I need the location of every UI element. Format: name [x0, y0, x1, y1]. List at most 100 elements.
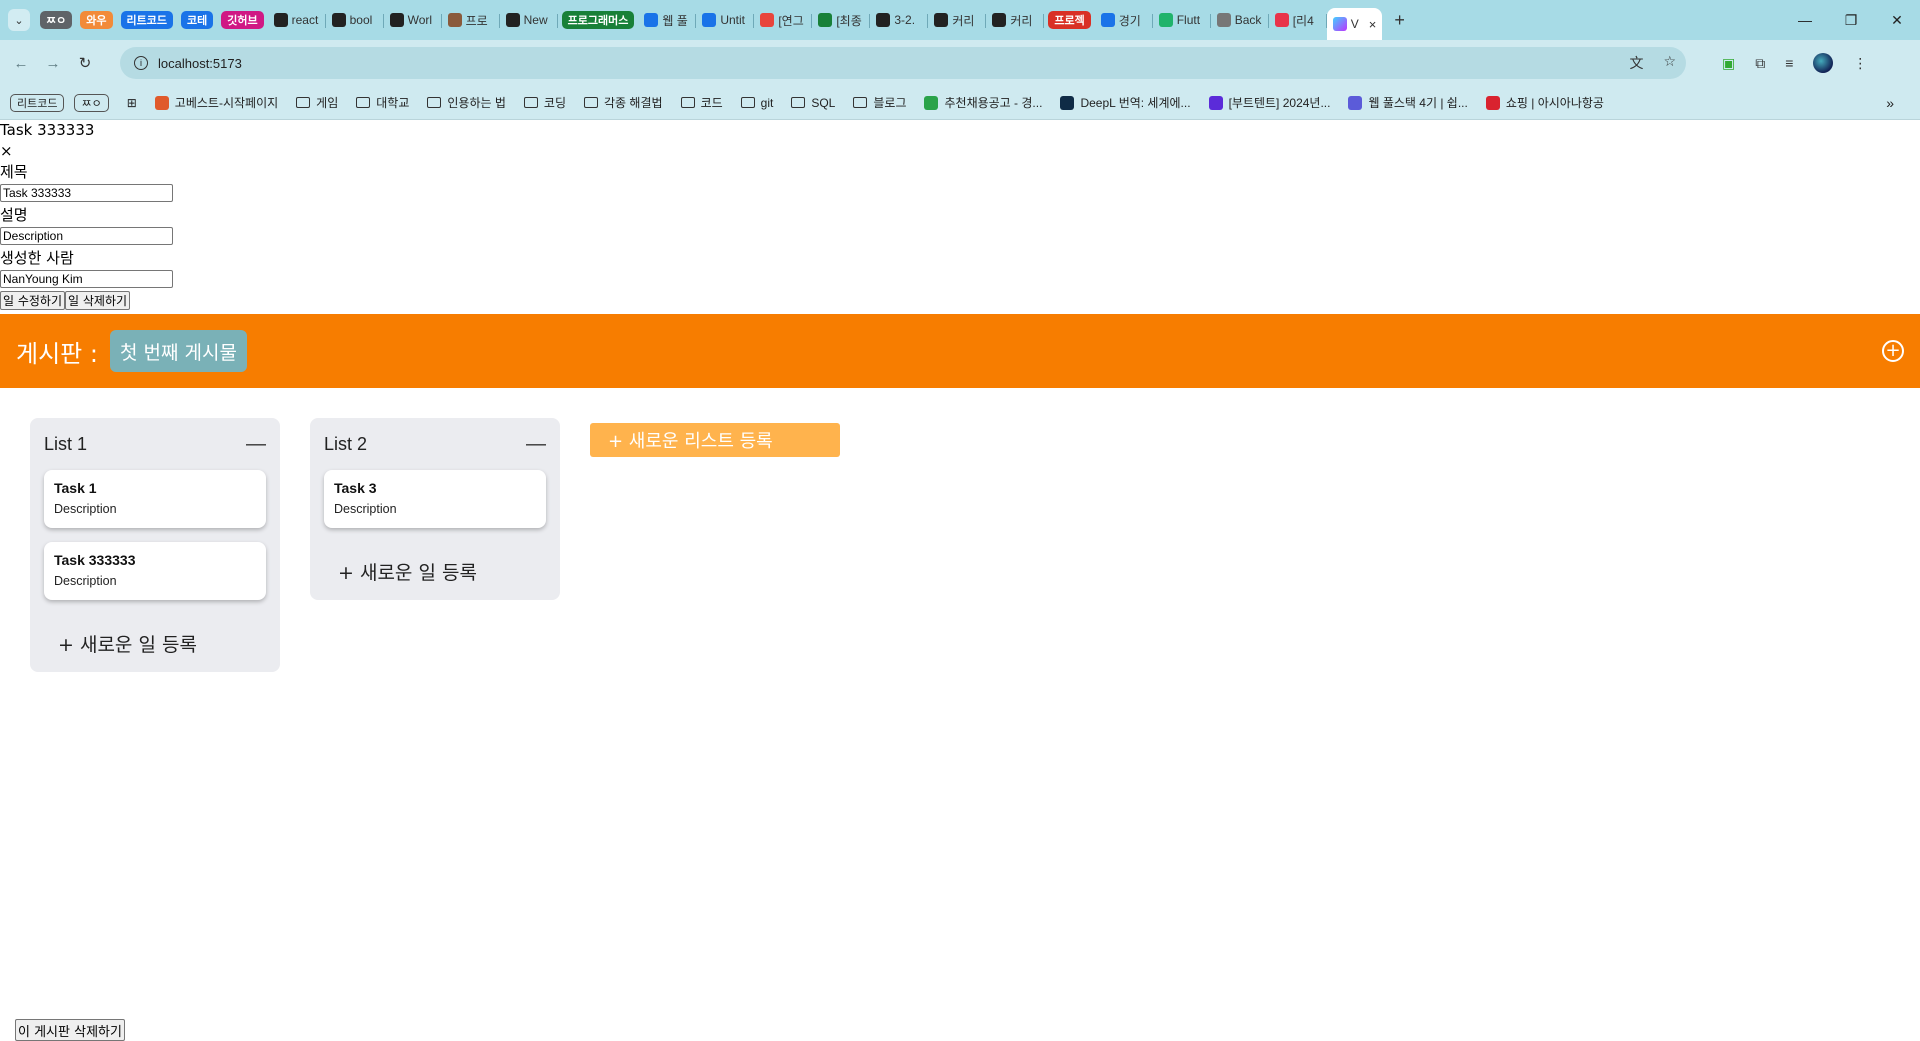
tab-group-label[interactable]: 프로젝 — [1048, 11, 1091, 29]
bookmark-item[interactable]: 코딩 — [523, 94, 566, 111]
tab-group-label[interactable]: 코테 — [180, 11, 214, 29]
bookmark-star-icon[interactable]: ☆ — [1663, 53, 1676, 73]
browser-tab[interactable]: Worl — [384, 6, 442, 34]
new-tab-icon[interactable]: + — [1394, 10, 1405, 31]
browser-tab[interactable]: 커리 — [928, 6, 987, 34]
add-task-button[interactable]: + 새로운 일 등록 — [30, 614, 280, 672]
close-tab-icon[interactable]: × — [1369, 17, 1377, 32]
delete-task-button[interactable]: 일 삭제하기 — [65, 291, 131, 310]
tab-title: Untit — [720, 13, 746, 27]
folder-icon — [740, 97, 755, 108]
url-bar[interactable]: i localhost:5173 文 ☆ — [120, 47, 1686, 79]
collapse-list-icon[interactable]: — — [526, 433, 546, 456]
browser-tab[interactable]: Flutt — [1153, 6, 1211, 34]
browser-tab[interactable]: New — [500, 6, 558, 34]
author-label: 생성한 사람 — [0, 249, 74, 267]
browser-tab[interactable]: Untit — [696, 6, 755, 34]
forward-icon[interactable]: → — [42, 55, 64, 72]
task-card[interactable]: Task 1 Description — [44, 470, 266, 528]
tab-search-icon[interactable]: ⌄ — [8, 9, 30, 31]
bookmarks-more-icon[interactable]: » — [1886, 95, 1894, 111]
bookmark-group[interactable]: ㅉㅇ — [74, 93, 109, 112]
collapse-list-icon[interactable]: — — [246, 433, 266, 456]
browser-tab[interactable]: 프로 — [442, 6, 500, 34]
tab-group-label[interactable]: ㅉㅇ — [40, 11, 73, 29]
tab-favicon-icon — [818, 13, 833, 27]
folder-icon — [523, 97, 538, 108]
modal-heading: Task 333333 — [0, 121, 95, 139]
title-input[interactable] — [0, 184, 173, 202]
bookmark-item[interactable]: 고베스트-시작페이지 — [154, 94, 278, 111]
tab-favicon-icon — [702, 13, 717, 27]
bookmark-label: 인용하는 법 — [447, 96, 506, 110]
browser-tab[interactable]: Back — [1211, 6, 1269, 34]
browser-tab[interactable]: 3-2. — [870, 6, 929, 34]
folder-icon — [680, 97, 695, 108]
tab-favicon-icon — [331, 13, 346, 27]
bookmark-item[interactable]: git — [740, 95, 774, 110]
bookmark-label: 웹 풀스택 4기 | 쉽... — [1368, 96, 1468, 110]
task-card[interactable]: Task 3 Description — [324, 470, 546, 528]
browser-tab[interactable]: [연그 — [754, 6, 813, 34]
update-task-button[interactable]: 일 수정하기 — [0, 291, 66, 310]
site-info-icon[interactable]: i — [134, 56, 148, 70]
menu-icon[interactable]: ⋮ — [1853, 55, 1867, 72]
bookmark-item[interactable]: 웹 풀스택 4기 | 쉽... — [1348, 94, 1468, 111]
tab-group-label[interactable]: 와우 — [80, 11, 113, 29]
tab-group-label[interactable]: 프로그래머스 — [561, 11, 635, 29]
tab-group-label[interactable]: 깃허브 — [221, 11, 264, 29]
reload-icon[interactable]: ↻ — [74, 54, 96, 72]
browser-tab[interactable]: 웹 풀 — [638, 6, 697, 34]
tab-favicon-icon — [644, 13, 659, 27]
bookmark-item[interactable]: 인용하는 법 — [427, 94, 506, 111]
apps-grid-icon[interactable]: ⊞ — [127, 96, 137, 110]
bookmark-item[interactable]: 블로그 — [853, 94, 906, 111]
close-window-icon[interactable]: ✕ — [1874, 12, 1920, 29]
bookmark-item[interactable]: SQL — [791, 96, 835, 110]
modal-close-icon[interactable]: × — [0, 141, 173, 162]
folder-icon — [791, 97, 806, 108]
active-tab[interactable]: V × — [1326, 8, 1383, 40]
tab-title: 경기 — [1118, 13, 1141, 28]
restore-icon[interactable]: ❐ — [1828, 12, 1874, 29]
tab-title: bool — [349, 13, 373, 27]
back-icon[interactable]: ← — [10, 55, 32, 72]
delete-board-button[interactable]: 이 게시판 삭제하기 — [15, 1019, 125, 1041]
bookmark-item[interactable]: DeepL 번역: 세계에... — [1060, 94, 1191, 111]
vite-favicon-icon — [1332, 17, 1347, 31]
bookmark-item[interactable]: 각종 해결법 — [584, 94, 663, 111]
add-task-button[interactable]: + 새로운 일 등록 — [310, 542, 560, 600]
list-title[interactable]: List 2 — [324, 434, 367, 455]
author-input[interactable] — [0, 270, 173, 288]
task-card[interactable]: Task 333333 Description — [44, 542, 266, 600]
translate-icon[interactable]: 文 — [1629, 53, 1643, 73]
bookmark-group[interactable]: 리트코드 — [10, 93, 65, 112]
browser-tab[interactable]: [최종 — [812, 6, 871, 34]
bookmark-item[interactable]: 게임 — [296, 94, 338, 111]
browser-tab[interactable]: 커리 — [986, 6, 1045, 34]
bookmark-item[interactable]: 코드 — [680, 94, 723, 111]
profile-avatar[interactable] — [1813, 53, 1834, 73]
browser-tab[interactable]: bool — [326, 6, 384, 34]
minimize-icon[interactable]: — — [1782, 12, 1828, 28]
media-control-icon[interactable]: ≡ — [1785, 55, 1793, 71]
bookmark-label: SQL — [811, 95, 836, 110]
bookmark-item[interactable]: [부트텐트] 2024년... — [1208, 94, 1330, 111]
bookmark-item[interactable]: 쇼핑 | 아시아나항공 — [1485, 94, 1604, 111]
browser-tab[interactable]: 경기 — [1095, 6, 1153, 34]
add-list-button[interactable]: + 새로운 리스트 등록 — [590, 423, 840, 457]
browser-tab[interactable]: [리4 — [1269, 6, 1327, 34]
add-board-icon[interactable]: + — [1882, 340, 1904, 362]
bookmark-label: git — [760, 95, 774, 110]
tab-group-label[interactable]: 리트코드 — [120, 11, 173, 29]
list-title[interactable]: List 1 — [44, 434, 87, 455]
extensions-puzzle-icon[interactable]: ⧉ — [1755, 55, 1765, 72]
folder-icon — [356, 97, 371, 108]
tab-title: 3-2. — [894, 13, 916, 27]
extension-icon[interactable]: ▣ — [1722, 55, 1735, 72]
bookmark-item[interactable]: 추천채용공고 - 경... — [924, 94, 1042, 111]
browser-tab[interactable]: react — [268, 6, 326, 34]
bookmark-item[interactable]: 대학교 — [356, 94, 409, 111]
description-input[interactable] — [0, 227, 173, 245]
board-name-chip[interactable]: 첫 번째 게시물 — [109, 330, 247, 372]
